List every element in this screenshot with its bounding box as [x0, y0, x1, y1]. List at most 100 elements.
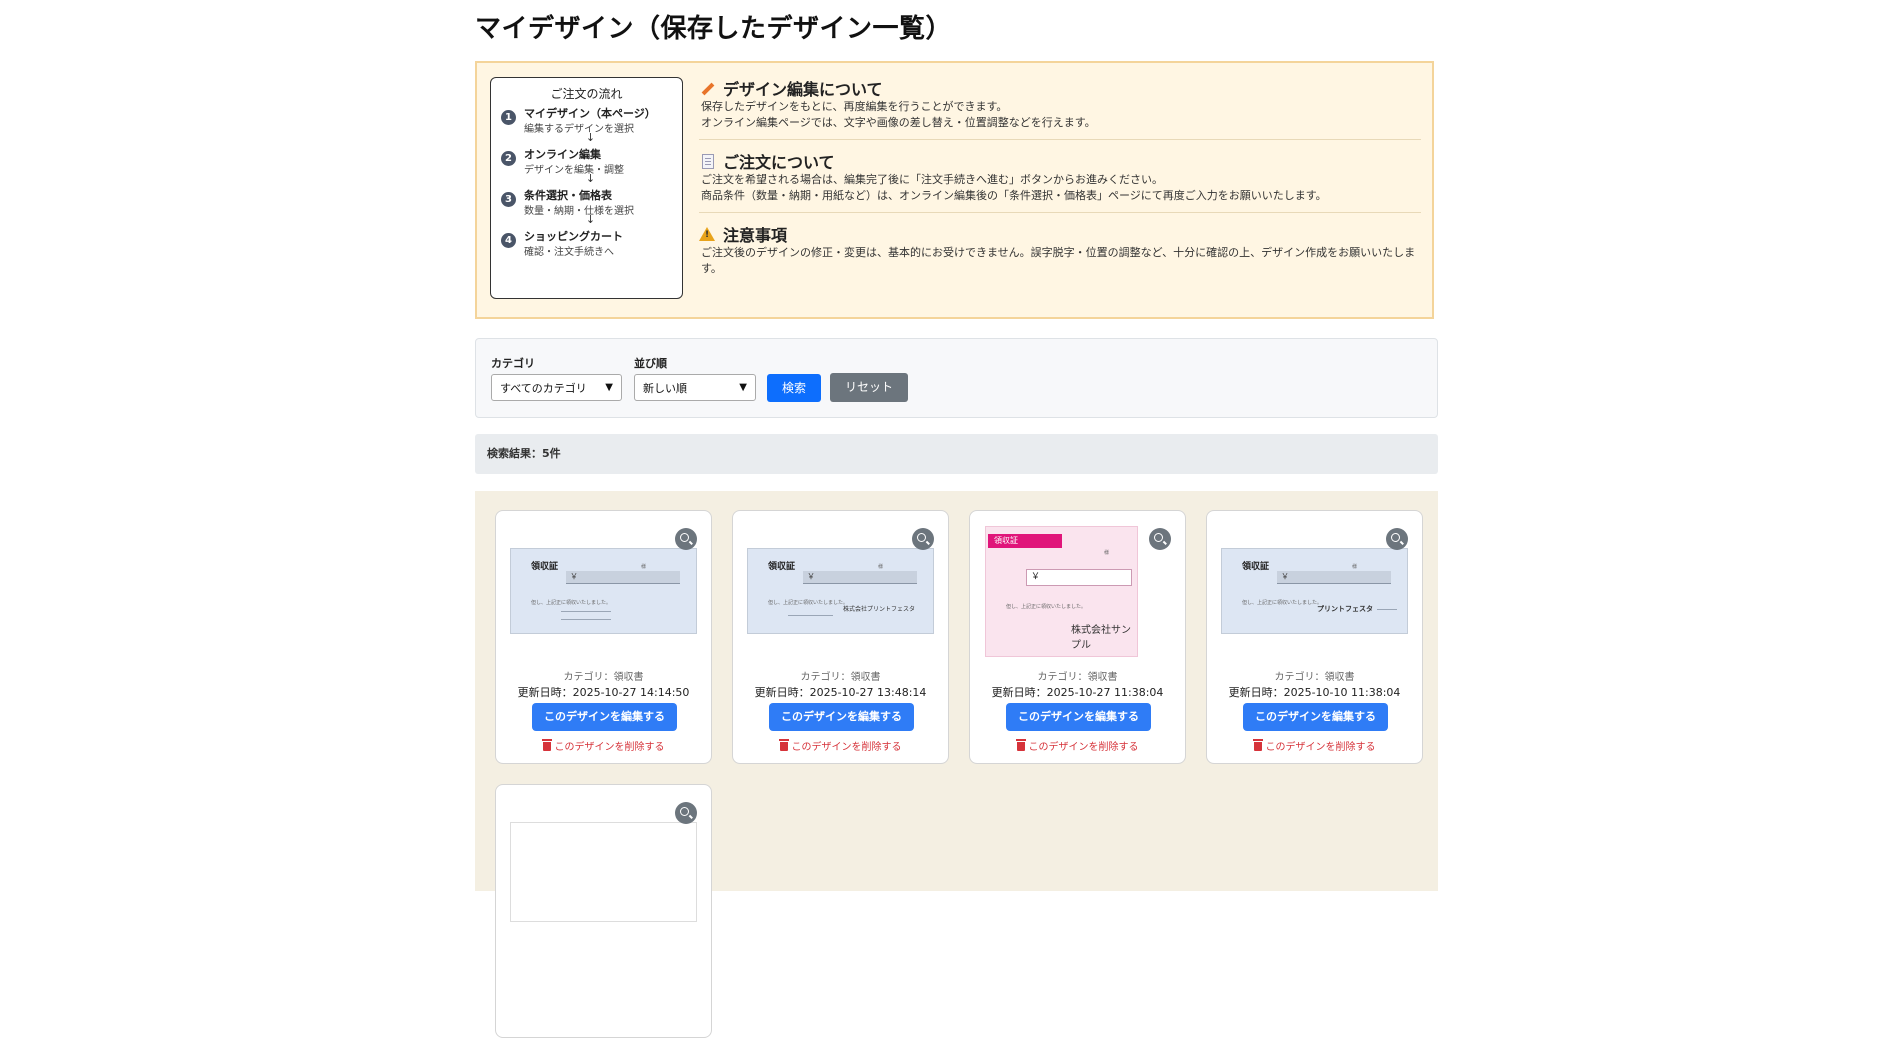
- design-grid: 領収証 様 ￥ 但し、上記正に領収いたしました。 カテゴリ：領収書 更新日時：2…: [475, 491, 1438, 1038]
- section-title: 注意事項: [723, 226, 788, 245]
- design-card: 領収証 様 ￥ 但し、上記正に領収いたしました。 カテゴリ：領収書 更新日時：2…: [495, 510, 712, 764]
- step-number: 4: [501, 233, 516, 248]
- thumb-sama: 様: [1104, 550, 1110, 556]
- step-number: 3: [501, 192, 516, 207]
- card-category: カテゴリ：領収書: [800, 672, 881, 683]
- thumb-sama: 様: [641, 564, 647, 570]
- trash-icon: [541, 739, 552, 751]
- thumb-body: 但し、上記正に領収いたしました。: [768, 600, 849, 606]
- card-updated: 更新日時：2025-10-27 11:38:04: [991, 686, 1164, 699]
- delete-design-link[interactable]: このデザインを削除する: [1207, 738, 1422, 753]
- edit-design-button[interactable]: このデザインを編集する: [1243, 703, 1388, 731]
- info-section-notice: 注意事項 ご注文後のデザインの修正・変更は、基本的にお受けできません。誤字脱字・…: [699, 212, 1421, 277]
- section-text: オンライン編集ページでは、文字や画像の差し替え・位置調整などを行えます。: [701, 116, 1096, 129]
- search-filter-box: カテゴリ すべてのカテゴリ ▼ 並び順 新しい順 ▼ 検索 リセット: [475, 338, 1438, 418]
- thumb-sama: 様: [878, 564, 884, 570]
- search-button[interactable]: 検索: [767, 374, 821, 402]
- design-card: 領収証 様 ￥ 但し、上記正に領収いたしました。 プリントフェスタ カテゴリ：領…: [1206, 510, 1423, 764]
- step-desc: デザインを編集・調整: [524, 165, 624, 176]
- card-updated: 更新日時：2025-10-27 13:48:14: [754, 686, 927, 699]
- chevron-down-icon: ▼: [605, 382, 613, 393]
- thumb-line: [561, 619, 611, 620]
- chevron-down-icon: ▼: [739, 382, 747, 393]
- zoom-icon[interactable]: [912, 528, 934, 550]
- trash-icon: [778, 739, 789, 751]
- delete-design-link[interactable]: このデザインを削除する: [733, 738, 948, 753]
- delete-label: このデザインを削除する: [1028, 742, 1139, 753]
- sort-label: 並び順: [634, 357, 667, 370]
- edit-design-button[interactable]: このデザインを編集する: [769, 703, 914, 731]
- category-select[interactable]: すべてのカテゴリ ▼: [491, 374, 622, 401]
- thumb-title: 領収証: [768, 562, 796, 572]
- order-flow-title: ご注文の流れ: [550, 87, 623, 101]
- sort-select-value: 新しい順: [643, 381, 687, 395]
- edit-design-button[interactable]: このデザインを編集する: [1006, 703, 1151, 731]
- order-flow-box: ご注文の流れ 1 マイデザイン（本ページ） 編集するデザインを選択 ↓ 2 オン…: [490, 77, 683, 299]
- design-thumbnail[interactable]: 領収証 様 ￥ 但し、上記正に領収いたしました。 株式会社サンプル: [985, 526, 1138, 657]
- pencil-icon: [699, 80, 715, 96]
- result-count: 検索結果：5件: [475, 434, 1438, 474]
- thumb-body: 但し、上記正に領収いたしました。: [1006, 604, 1087, 610]
- reset-button[interactable]: リセット: [830, 373, 908, 402]
- thumb-company: プリントフェスタ: [1317, 605, 1373, 613]
- design-card: [495, 784, 712, 1038]
- design-thumbnail[interactable]: 領収証 様 ￥ 但し、上記正に領収いたしました。 株式会社プリントフェスタ: [747, 548, 934, 634]
- delete-label: このデザインを削除する: [554, 742, 665, 753]
- design-thumbnail[interactable]: 領収証 様 ￥ 但し、上記正に領収いたしました。 プリントフェスタ: [1221, 548, 1408, 634]
- section-title: デザイン編集について: [723, 80, 883, 99]
- step-name: ショッピングカート: [524, 230, 623, 243]
- delete-design-link[interactable]: このデザインを削除する: [496, 738, 711, 753]
- design-thumbnail[interactable]: [510, 822, 697, 922]
- zoom-icon[interactable]: [675, 528, 697, 550]
- delete-label: このデザインを削除する: [791, 742, 902, 753]
- step-desc: 確認・注文手続きへ: [524, 247, 614, 258]
- step-number: 2: [501, 151, 516, 166]
- step-name: マイデザイン（本ページ）: [524, 107, 656, 120]
- design-thumbnail[interactable]: 領収証 様 ￥ 但し、上記正に領収いたしました。: [510, 548, 697, 634]
- card-category: カテゴリ：領収書: [563, 672, 644, 683]
- section-text: 商品条件（数量・納期・用紙など）は、オンライン編集後の「条件選択・価格表」ページ…: [701, 189, 1327, 202]
- card-updated: 更新日時：2025-10-27 14:14:50: [517, 686, 690, 699]
- thumb-title: 領収証: [1242, 562, 1270, 572]
- zoom-icon[interactable]: [1149, 528, 1171, 550]
- info-box: ご注文の流れ 1 マイデザイン（本ページ） 編集するデザインを選択 ↓ 2 オン…: [475, 61, 1434, 319]
- delete-design-link[interactable]: このデザインを削除する: [970, 738, 1185, 753]
- step-desc: 数量・納期・仕様を選択: [524, 206, 634, 217]
- info-section-order: ご注文について ご注文を希望される場合は、編集完了後に「注文手続きへ進む」ボタン…: [699, 139, 1421, 212]
- zoom-icon[interactable]: [675, 802, 697, 824]
- thumb-company: 株式会社プリントフェスタ: [842, 606, 915, 613]
- category-select-value: すべてのカテゴリ: [500, 381, 587, 395]
- info-section-edit: デザイン編集について 保存したデザインをもとに、再度編集を行うことができます。 …: [699, 77, 1421, 139]
- step-name: オンライン編集: [524, 148, 601, 161]
- section-title: ご注文について: [723, 153, 835, 172]
- flow-step: 3 条件選択・価格表 数量・納期・仕様を選択: [491, 187, 682, 217]
- trash-icon: [1015, 739, 1026, 751]
- flow-step: 4 ショッピングカート 確認・注文手続きへ: [491, 228, 682, 258]
- thumb-title: 領収証: [531, 562, 559, 572]
- flow-step: 2 オンライン編集 デザインを編集・調整: [491, 146, 682, 176]
- thumb-line: [788, 615, 833, 616]
- step-number: 1: [501, 110, 516, 125]
- thumb-title: 領収証: [988, 534, 1062, 548]
- design-card: 領収証 様 ￥ 但し、上記正に領収いたしました。 株式会社プリントフェスタ カテ…: [732, 510, 949, 764]
- zoom-icon[interactable]: [1386, 528, 1408, 550]
- edit-design-button[interactable]: このデザインを編集する: [532, 703, 677, 731]
- page-title: マイデザイン（保存したデザイン一覧）: [475, 14, 953, 44]
- thumb-line: [561, 611, 611, 612]
- section-text: 保存したデザインをもとに、再度編集を行うことができます。: [701, 100, 1008, 113]
- thumb-body: 但し、上記正に領収いたしました。: [531, 600, 612, 606]
- document-icon: [699, 153, 715, 169]
- card-category: カテゴリ：領収書: [1037, 672, 1118, 683]
- thumb-yen: ￥: [1026, 569, 1132, 586]
- step-name: 条件選択・価格表: [524, 189, 612, 202]
- warning-icon: [699, 226, 715, 242]
- section-text: ご注文を希望される場合は、編集完了後に「注文手続きへ進む」ボタンからお進みくださ…: [701, 173, 1163, 186]
- info-sections: デザイン編集について 保存したデザインをもとに、再度編集を行うことができます。 …: [699, 77, 1421, 277]
- delete-label: このデザインを削除する: [1265, 742, 1376, 753]
- sort-select[interactable]: 新しい順 ▼: [634, 374, 756, 401]
- section-text: ご注文後のデザインの修正・変更は、基本的にお受けできません。誤字脱字・位置の調整…: [701, 246, 1416, 275]
- trash-icon: [1252, 739, 1263, 751]
- thumb-sama: 様: [1352, 564, 1358, 570]
- thumb-line: [1377, 609, 1397, 610]
- thumb-yen: ￥: [566, 571, 680, 584]
